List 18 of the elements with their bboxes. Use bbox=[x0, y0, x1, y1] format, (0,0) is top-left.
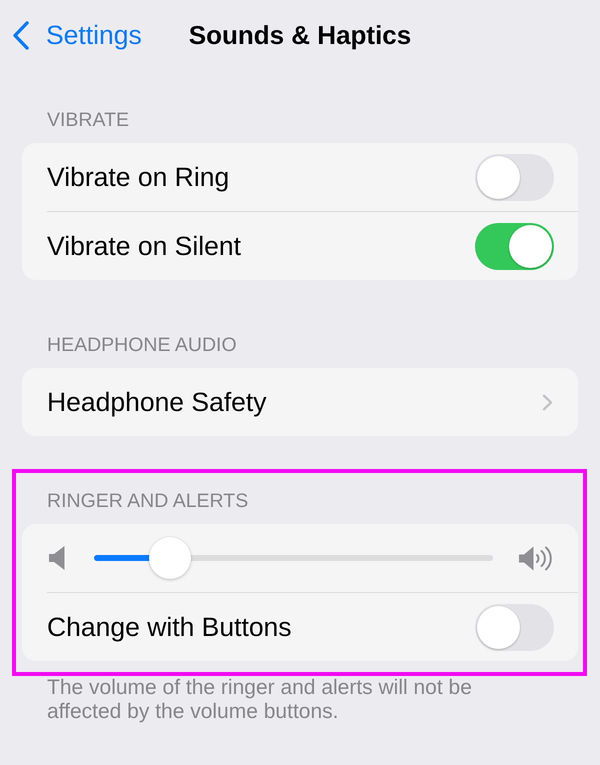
speaker-icon bbox=[49, 546, 65, 570]
section-header: RINGER AND ALERTS bbox=[46, 489, 250, 513]
setting-label: Change with Buttons bbox=[47, 612, 293, 642]
section-header: VIBRATE bbox=[46, 108, 130, 132]
section-footer: The volume of the ringer and alerts will not be affected by the volume buttons. bbox=[47, 676, 487, 724]
chevron-left-icon bbox=[12, 20, 29, 50]
speaker-loud-icon bbox=[519, 546, 553, 570]
slider-track[interactable] bbox=[94, 535, 493, 581]
slider-thumb[interactable] bbox=[148, 537, 191, 579]
chevron-right-icon bbox=[542, 394, 553, 410]
toggle-switch[interactable] bbox=[475, 222, 554, 270]
setting-label: Vibrate on Ring bbox=[47, 162, 230, 192]
section-header: HEADPHONE AUDIO bbox=[46, 333, 238, 357]
setting-label: Vibrate on Silent bbox=[47, 230, 242, 262]
toggle-switch[interactable] bbox=[475, 604, 554, 650]
list-item[interactable]: Headphone Safety bbox=[22, 368, 578, 436]
toggle-switch[interactable] bbox=[475, 154, 554, 200]
nav-title: Sounds & Haptics bbox=[188, 19, 412, 51]
